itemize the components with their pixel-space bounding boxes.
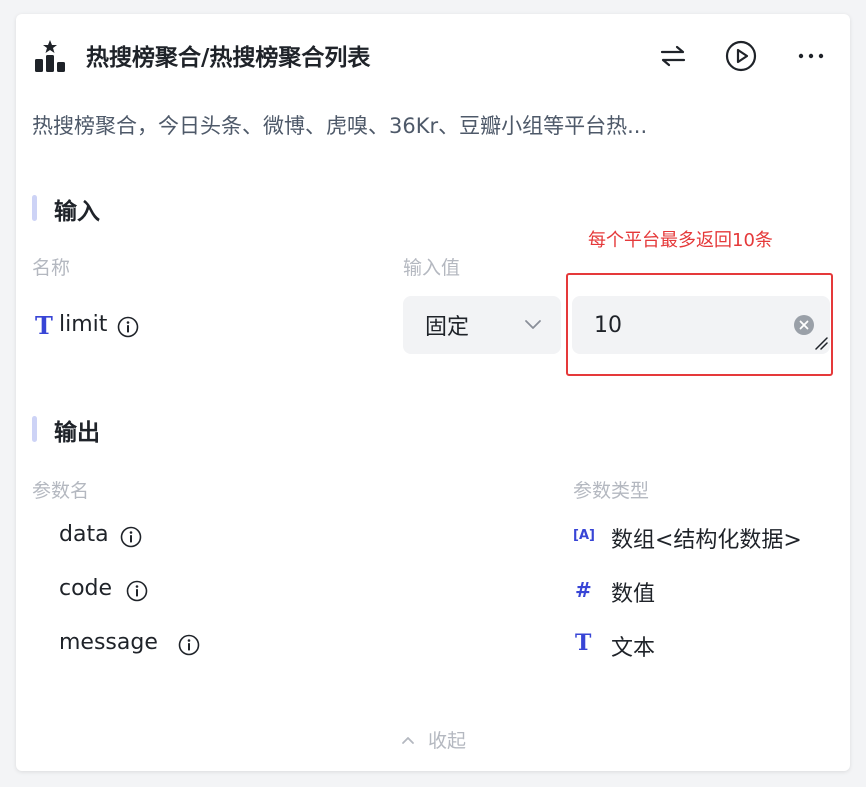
ranking-icon: [35, 40, 65, 72]
text-type-icon: T: [575, 630, 592, 656]
input-col-name: 名称: [32, 257, 71, 279]
run-button[interactable]: [724, 39, 758, 73]
section-marker: [32, 195, 37, 221]
array-type-icon: [A]: [573, 528, 595, 543]
output-col-type: 参数类型: [573, 480, 650, 502]
output-param-code: code: [59, 576, 113, 601]
highlight-box: [566, 273, 833, 376]
output-type-message: 文本: [611, 636, 656, 661]
annotation-note: 每个平台最多返回10条: [588, 230, 773, 251]
value-mode-select[interactable]: 固定: [403, 296, 561, 354]
info-icon[interactable]: [120, 526, 142, 548]
page-title: 热搜榜聚合/热搜榜聚合列表: [86, 45, 371, 71]
value-mode-label: 固定: [425, 315, 470, 340]
output-param-data: data: [59, 522, 109, 547]
play-circle-icon: [725, 40, 757, 72]
info-icon[interactable]: [117, 316, 139, 338]
text-type-icon: T: [35, 311, 53, 340]
swap-button[interactable]: [656, 39, 690, 73]
param-name-limit: limit: [59, 312, 108, 337]
collapse-button[interactable]: 收起: [16, 726, 850, 753]
output-section-title: 输出: [54, 420, 100, 446]
collapse-label: 收起: [427, 730, 466, 752]
plugin-card: 热搜榜聚合/热搜榜聚合列表 热搜榜聚合，今日头条、微博、虎嗅、36Kr、豆瓣小组…: [16, 14, 850, 771]
info-icon[interactable]: [178, 634, 200, 656]
swap-icon: [660, 45, 686, 67]
more-horizontal-icon: [798, 53, 824, 59]
more-button[interactable]: [794, 39, 828, 73]
output-type-code: 数值: [611, 582, 656, 607]
number-type-icon: #: [575, 578, 592, 602]
output-type-data: 数组<结构化数据>: [611, 528, 802, 553]
input-section-title: 输入: [54, 199, 100, 225]
plugin-description: 热搜榜聚合，今日头条、微博、虎嗅、36Kr、豆瓣小组等平台热...: [32, 114, 648, 138]
input-col-value: 输入值: [403, 257, 461, 279]
output-param-message: message: [59, 630, 158, 655]
chevron-down-icon: [525, 320, 541, 329]
info-icon[interactable]: [126, 580, 148, 602]
section-marker: [32, 416, 37, 442]
chevron-up-icon: [402, 736, 414, 744]
output-col-name: 参数名: [32, 480, 90, 502]
